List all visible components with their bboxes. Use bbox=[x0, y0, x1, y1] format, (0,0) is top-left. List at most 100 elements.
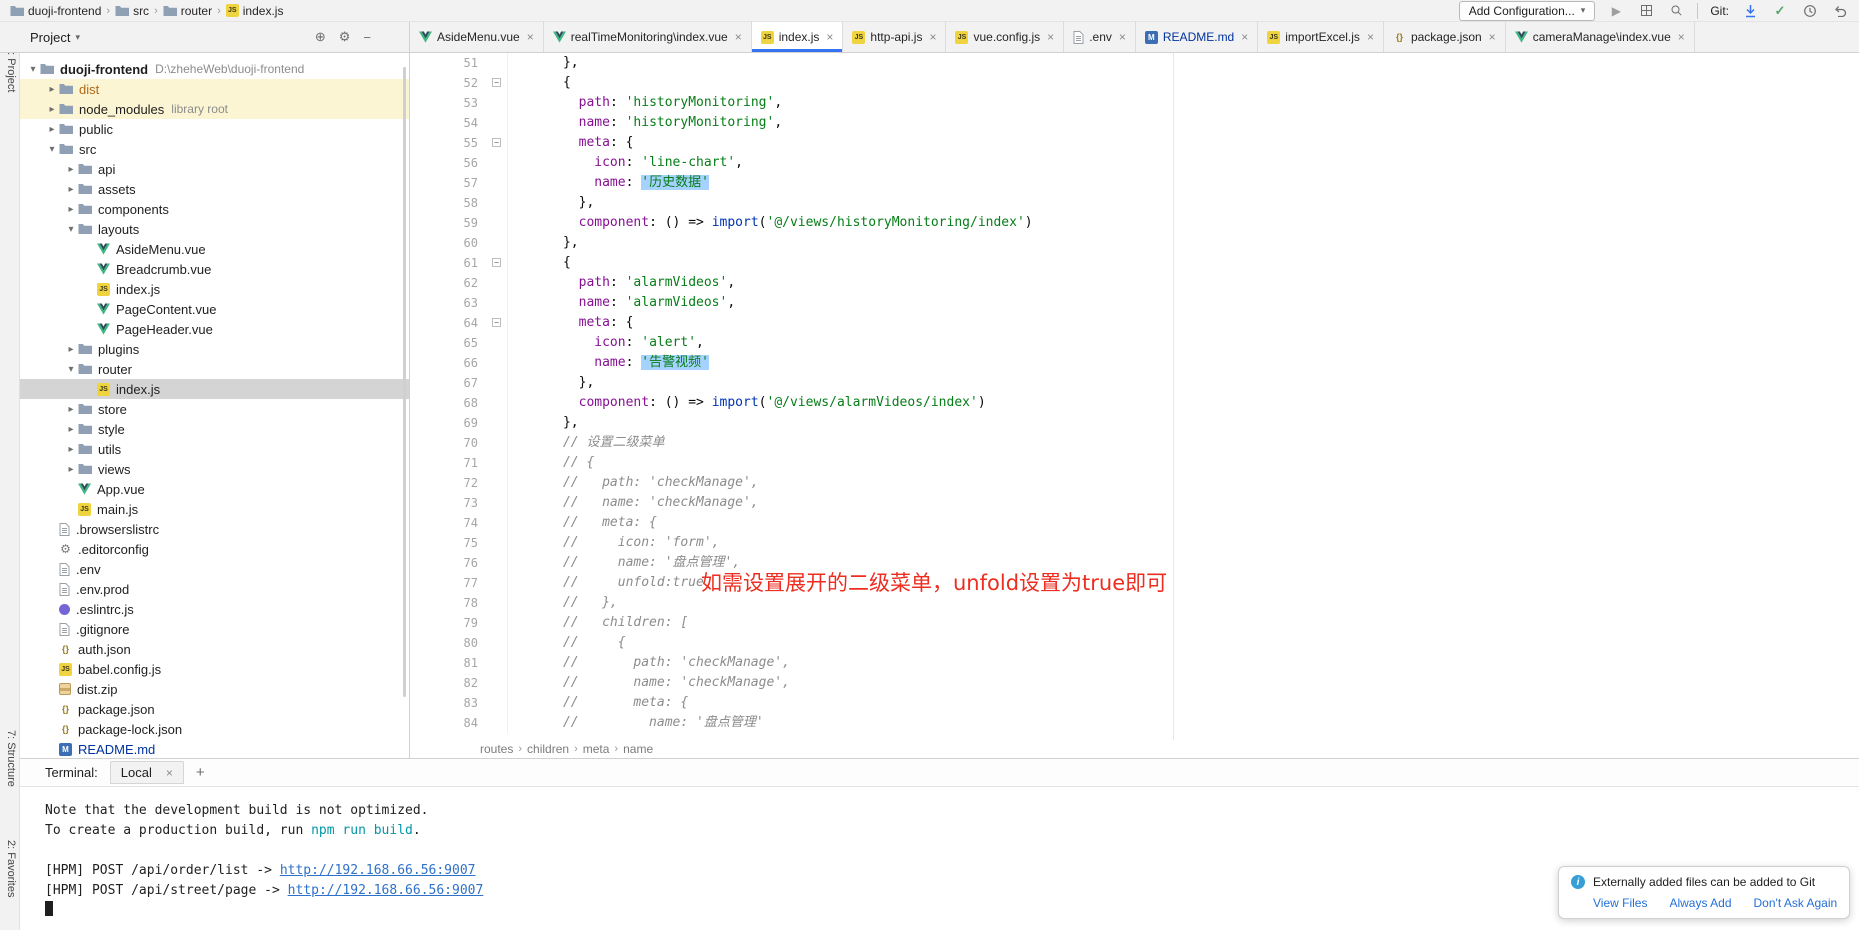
tree-item-assets[interactable]: ▸assets bbox=[20, 179, 409, 199]
tree-item-readme-md[interactable]: MREADME.md bbox=[20, 739, 409, 758]
close-icon[interactable]: × bbox=[1678, 31, 1685, 43]
chevron-right-icon[interactable]: ▸ bbox=[64, 184, 78, 195]
breadcrumb-router[interactable]: router bbox=[163, 4, 212, 18]
settings-gear-icon[interactable]: ⚙ bbox=[339, 29, 351, 45]
tree-item-pageheader-vue[interactable]: PageHeader.vue bbox=[20, 319, 409, 339]
close-icon[interactable]: × bbox=[166, 767, 173, 779]
terminal-link[interactable]: http://192.168.66.56:9007 bbox=[288, 883, 484, 898]
tree-item-dist[interactable]: ▸dist bbox=[20, 79, 409, 99]
tree-item-public[interactable]: ▸public bbox=[20, 119, 409, 139]
chevron-down-icon[interactable]: ▾ bbox=[26, 64, 40, 75]
tree-item-dist-zip[interactable]: dist.zip bbox=[20, 679, 409, 699]
tree-item-main-js[interactable]: JSmain.js bbox=[20, 499, 409, 519]
code-line[interactable]: 62 path: 'alarmVideos', bbox=[410, 273, 1859, 293]
breadcrumb-index-js[interactable]: JSindex.js bbox=[226, 4, 284, 18]
terminal-tab-local[interactable]: Local × bbox=[110, 761, 184, 784]
run-button[interactable]: ▶ bbox=[1607, 2, 1625, 20]
tab-env[interactable]: .env× bbox=[1064, 22, 1136, 52]
fold-icon[interactable]: − bbox=[492, 318, 501, 327]
tree-item-package-json[interactable]: {}package.json bbox=[20, 699, 409, 719]
close-icon[interactable]: × bbox=[1047, 31, 1054, 43]
close-icon[interactable]: × bbox=[1367, 31, 1374, 43]
breadcrumb-src[interactable]: src bbox=[115, 4, 149, 18]
tree-item-router[interactable]: ▾router bbox=[20, 359, 409, 379]
tab-readme-md[interactable]: MREADME.md× bbox=[1136, 22, 1258, 52]
tree-item-components[interactable]: ▸components bbox=[20, 199, 409, 219]
code-line[interactable]: 79 // children: [ bbox=[410, 613, 1859, 633]
chevron-down-icon[interactable]: ▾ bbox=[45, 144, 59, 155]
notification-action-view-files[interactable]: View Files bbox=[1593, 896, 1647, 910]
close-icon[interactable]: × bbox=[1119, 31, 1126, 43]
tree-item-gitignore[interactable]: .gitignore bbox=[20, 619, 409, 639]
tree-item-browserslistrc[interactable]: .browserslistrc bbox=[20, 519, 409, 539]
tab-vue-config-js[interactable]: JSvue.config.js× bbox=[946, 22, 1064, 52]
chevron-right-icon[interactable]: ▸ bbox=[45, 124, 59, 135]
chevron-right-icon[interactable]: ▸ bbox=[64, 344, 78, 355]
code-line[interactable]: 80 // { bbox=[410, 633, 1859, 653]
code-line[interactable]: 55− meta: { bbox=[410, 133, 1859, 153]
fold-icon[interactable]: − bbox=[492, 138, 501, 147]
code-line[interactable]: 72 // path: 'checkManage', bbox=[410, 473, 1859, 493]
chevron-right-icon[interactable]: ▸ bbox=[64, 444, 78, 455]
code-line[interactable]: 78 // }, bbox=[410, 593, 1859, 613]
code-line[interactable]: 63 name: 'alarmVideos', bbox=[410, 293, 1859, 313]
code-line[interactable]: 58 }, bbox=[410, 193, 1859, 213]
code-line[interactable]: 65 icon: 'alert', bbox=[410, 333, 1859, 353]
tree-item-layouts[interactable]: ▾layouts bbox=[20, 219, 409, 239]
project-view-selector[interactable]: Project ▾ bbox=[30, 30, 80, 45]
tree-item-index-js[interactable]: JSindex.js bbox=[20, 279, 409, 299]
tree-item-asidemenu-vue[interactable]: AsideMenu.vue bbox=[20, 239, 409, 259]
breadcrumb-duoji-frontend[interactable]: duoji-frontend bbox=[10, 4, 101, 18]
tab-http-api-js[interactable]: JShttp-api.js× bbox=[843, 22, 946, 52]
tree-item-index-js[interactable]: JSindex.js bbox=[20, 379, 409, 399]
tab-asidemenu-vue[interactable]: AsideMenu.vue× bbox=[410, 22, 544, 52]
close-icon[interactable]: × bbox=[527, 31, 534, 43]
fold-icon[interactable]: − bbox=[492, 258, 501, 267]
code-line[interactable]: 68 component: () => import('@/views/alar… bbox=[410, 393, 1859, 413]
tree-item-app-vue[interactable]: App.vue bbox=[20, 479, 409, 499]
git-commit-button[interactable]: ✓ bbox=[1771, 2, 1789, 20]
search-icon[interactable] bbox=[1667, 2, 1685, 20]
notification-action-always-add[interactable]: Always Add bbox=[1669, 896, 1731, 910]
code-line[interactable]: 60 }, bbox=[410, 233, 1859, 253]
tree-item-breadcrumb-vue[interactable]: Breadcrumb.vue bbox=[20, 259, 409, 279]
undo-button[interactable] bbox=[1831, 2, 1849, 20]
tree-item-env[interactable]: .env bbox=[20, 559, 409, 579]
add-configuration-button[interactable]: Add Configuration... ▾ bbox=[1459, 1, 1596, 21]
tree-item-auth-json[interactable]: {}auth.json bbox=[20, 639, 409, 659]
tree-item-views[interactable]: ▸views bbox=[20, 459, 409, 479]
tree-item-api[interactable]: ▸api bbox=[20, 159, 409, 179]
code-line[interactable]: 59 component: () => import('@/views/hist… bbox=[410, 213, 1859, 233]
tree-item-store[interactable]: ▸store bbox=[20, 399, 409, 419]
chevron-right-icon[interactable]: ▸ bbox=[64, 404, 78, 415]
tab-package-json[interactable]: {}package.json× bbox=[1384, 22, 1506, 52]
git-update-button[interactable] bbox=[1741, 2, 1759, 20]
tree-item-package-lock-json[interactable]: {}package-lock.json bbox=[20, 719, 409, 739]
tree-item-style[interactable]: ▸style bbox=[20, 419, 409, 439]
locate-file-button[interactable]: ⊕ bbox=[315, 29, 326, 45]
chevron-right-icon[interactable]: ▸ bbox=[64, 464, 78, 475]
coverage-icon[interactable] bbox=[1637, 2, 1655, 20]
chevron-down-icon[interactable]: ▾ bbox=[64, 224, 78, 235]
code-line[interactable]: 52− { bbox=[410, 73, 1859, 93]
code-line[interactable]: 73 // name: 'checkManage', bbox=[410, 493, 1859, 513]
code-line[interactable]: 69 }, bbox=[410, 413, 1859, 433]
code-line[interactable]: 76 // name: '盘点管理', bbox=[410, 553, 1859, 573]
fold-icon[interactable]: − bbox=[492, 78, 501, 87]
close-icon[interactable]: × bbox=[1241, 31, 1248, 43]
chevron-down-icon[interactable]: ▾ bbox=[64, 364, 78, 375]
tree-item-eslintrc-js[interactable]: .eslintrc.js bbox=[20, 599, 409, 619]
code-line[interactable]: 53 path: 'historyMonitoring', bbox=[410, 93, 1859, 113]
code-line[interactable]: 57 name: '历史数据' bbox=[410, 173, 1859, 193]
tree-item-node-modules[interactable]: ▸node_moduleslibrary root bbox=[20, 99, 409, 119]
chevron-right-icon[interactable]: ▸ bbox=[45, 84, 59, 95]
chevron-right-icon[interactable]: ▸ bbox=[45, 104, 59, 115]
chevron-right-icon[interactable]: ▸ bbox=[64, 424, 78, 435]
close-icon[interactable]: × bbox=[1489, 31, 1496, 43]
tree-item-duoji-frontend[interactable]: ▾duoji-frontendD:\zheheWeb\duoji-fronten… bbox=[20, 59, 409, 79]
close-icon[interactable]: × bbox=[826, 31, 833, 43]
new-terminal-button[interactable]: + bbox=[196, 764, 205, 781]
terminal-cursor[interactable] bbox=[45, 901, 53, 916]
tree-item-editorconfig[interactable]: ⚙.editorconfig bbox=[20, 539, 409, 559]
code-line[interactable]: 56 icon: 'line-chart', bbox=[410, 153, 1859, 173]
